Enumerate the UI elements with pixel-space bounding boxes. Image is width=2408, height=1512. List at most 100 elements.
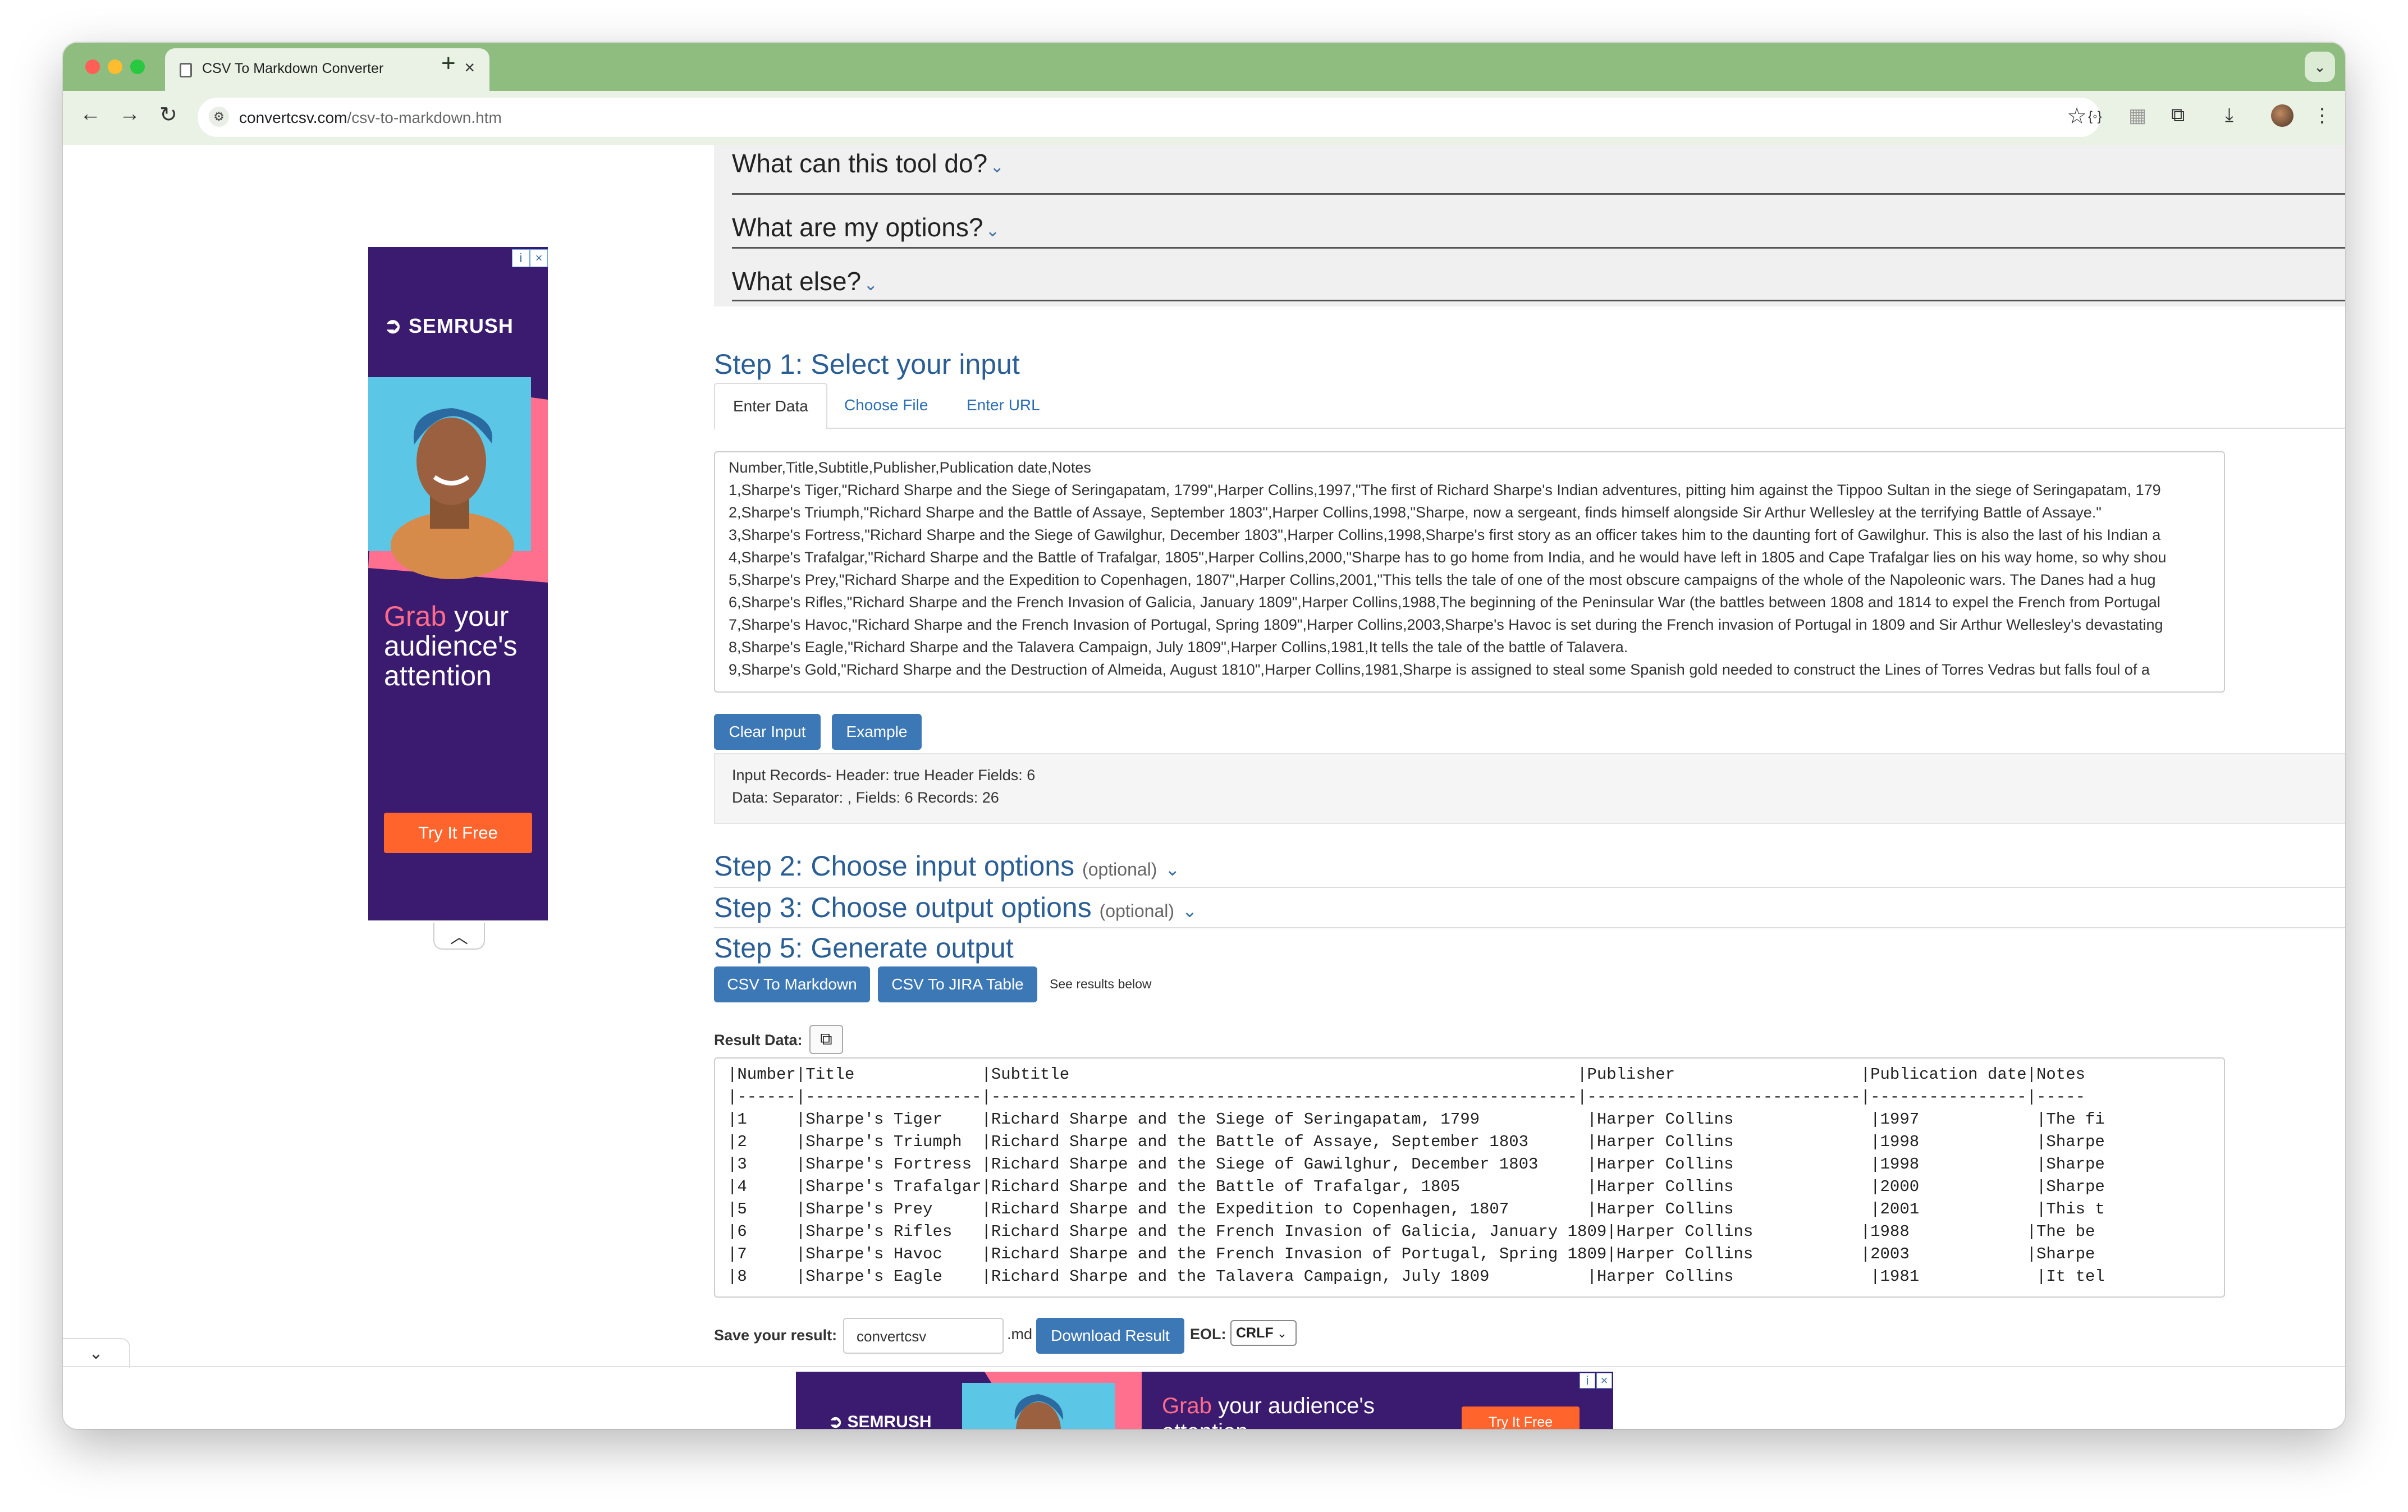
input-line: 3,Sharpe's Fortress,"Richard Sharpe and … xyxy=(729,526,2161,543)
page-favicon-icon xyxy=(180,63,192,77)
left-ad-banner[interactable]: i × ➲ SEMRUSH Grab your audience's atten… xyxy=(368,247,548,920)
tab-choose-file[interactable]: Choose File xyxy=(826,383,946,428)
ad-try-free-button[interactable]: Try It Free xyxy=(1462,1406,1580,1429)
tab-title: CSV To Markdown Converter xyxy=(202,61,384,76)
example-button[interactable]: Example xyxy=(832,714,922,750)
result-output-textarea[interactable]: |Number|Title |Subtitle |Publisher |Publ… xyxy=(714,1057,2225,1298)
step5-heading: Step 5: Generate output xyxy=(714,932,1014,964)
result-line: |3 |Sharpe's Fortress |Richard Sharpe an… xyxy=(727,1155,2105,1174)
step3-heading[interactable]: Step 3: Choose output options (optional)… xyxy=(714,891,1197,924)
csv-to-jira-button[interactable]: CSV To JIRA Table xyxy=(878,966,1037,1002)
faq-item-options[interactable]: What are my options? ⌄ xyxy=(732,201,2345,249)
close-window-button[interactable] xyxy=(85,59,100,74)
extensions-puzzle-icon[interactable]: ⧉ xyxy=(2171,104,2185,126)
step2-heading[interactable]: Step 2: Choose input options (optional) … xyxy=(714,850,1180,882)
result-line: |Number|Title |Subtitle |Publisher |Publ… xyxy=(727,1065,2085,1084)
chevron-down-icon: ⌄ xyxy=(863,276,878,294)
divider xyxy=(714,887,2345,888)
input-line: 2,Sharpe's Triumph,"Richard Sharpe and t… xyxy=(729,504,2102,521)
close-tab-icon[interactable]: × xyxy=(464,57,475,78)
result-data-label: Result Data: xyxy=(714,1032,803,1048)
chevron-down-icon: ⌄ xyxy=(990,158,1004,176)
file-extension: .md xyxy=(1007,1326,1033,1343)
input-stats-line1: Input Records- Header: true Header Field… xyxy=(732,767,1036,784)
minimize-window-button[interactable] xyxy=(108,59,122,74)
input-line: 5,Sharpe's Prey,"Richard Sharpe and the … xyxy=(729,571,2156,588)
browser-toolbar: ← → ↻ ⚙ convertcsv.com/csv-to-markdown.h… xyxy=(63,91,2345,145)
collapse-ad-chevron-up-icon[interactable]: ︿ xyxy=(433,923,485,950)
forward-icon[interactable]: → xyxy=(119,102,140,126)
input-stats-line2: Data: Separator: , Fields: 6 Records: 26 xyxy=(732,789,999,806)
csv-input-textarea[interactable]: Number,Title,Subtitle,Publisher,Publicat… xyxy=(714,451,2225,693)
result-line: |4 |Sharpe's Trafalgar|Richard Sharpe an… xyxy=(727,1177,2105,1196)
profile-avatar[interactable] xyxy=(2271,104,2293,127)
faq-item-what-can[interactable]: What can this tool do? ⌄ xyxy=(732,148,2345,195)
result-line: |8 |Sharpe's Eagle |Richard Sharpe and t… xyxy=(727,1267,2105,1286)
download-icon[interactable]: ⤓ xyxy=(2225,104,2233,126)
url-text: convertcsv.com/csv-to-markdown.htm xyxy=(239,109,502,126)
tab-search-icon[interactable]: ⌄ xyxy=(2305,52,2335,82)
browser-window: CSV To Markdown Converter × + ⌄ ← → ↻ ⚙ … xyxy=(63,43,2345,1429)
collapse-bottom-ad-chevron-down-icon[interactable]: ⌄ xyxy=(63,1338,130,1368)
result-line: |1 |Sharpe's Tiger |Richard Sharpe and t… xyxy=(727,1110,2105,1129)
ad-try-free-button[interactable]: Try It Free xyxy=(384,813,532,853)
clear-input-button[interactable]: Clear Input xyxy=(714,714,821,750)
result-line: |7 |Sharpe's Havoc |Richard Sharpe and t… xyxy=(727,1245,2095,1263)
input-line: 1,Sharpe's Tiger,"Richard Sharpe and the… xyxy=(729,482,2161,498)
tab-enter-url[interactable]: Enter URL xyxy=(949,383,1058,428)
input-stats-panel: Input Records- Header: true Header Field… xyxy=(714,753,2345,824)
eol-label: EOL: xyxy=(1190,1326,1226,1343)
browser-menu-icon[interactable]: ⋮ xyxy=(2313,104,2332,127)
site-info-icon[interactable]: ⚙ xyxy=(209,107,229,127)
tab-bar: CSV To Markdown Converter × + ⌄ xyxy=(63,43,2345,91)
ad-headline: Grab your audience's attention xyxy=(1162,1394,1375,1429)
result-line: |------|------------------|-------------… xyxy=(727,1088,2085,1106)
maximize-window-button[interactable] xyxy=(130,59,145,74)
divider xyxy=(63,1366,2345,1367)
filename-input[interactable]: convertcsv xyxy=(843,1318,1004,1354)
chevron-down-icon: ⌄ xyxy=(1165,859,1180,879)
copy-icon[interactable]: ⧉ xyxy=(809,1025,843,1054)
ad-info-icon[interactable]: i xyxy=(1580,1373,1595,1389)
ad-brand-logo: ➲ SEMRUSH xyxy=(828,1413,932,1429)
input-line: 8,Sharpe's Eagle,"Richard Sharpe and the… xyxy=(729,639,1628,656)
chevron-down-icon: ⌄ xyxy=(985,222,1000,240)
chevron-down-icon: ⌄ xyxy=(1273,1326,1288,1340)
bookmark-star-icon[interactable]: ☆ xyxy=(2067,103,2087,129)
result-line: |2 |Sharpe's Triumph |Richard Sharpe and… xyxy=(727,1133,2105,1151)
page-content: i × ➲ SEMRUSH Grab your audience's atten… xyxy=(63,145,2345,1429)
input-line: 6,Sharpe's Rifles,"Richard Sharpe and th… xyxy=(729,594,2160,611)
see-results-note: See results below xyxy=(1050,977,1152,991)
reload-icon[interactable]: ↻ xyxy=(159,102,177,127)
csv-to-markdown-button[interactable]: CSV To Markdown xyxy=(714,966,870,1002)
input-line: 4,Sharpe's Trafalgar,"Richard Sharpe and… xyxy=(729,549,2167,566)
address-bar[interactable]: ⚙ convertcsv.com/csv-to-markdown.htm ☆ xyxy=(198,98,2100,137)
ad-close-icon[interactable]: × xyxy=(530,249,548,267)
ad-info-icon[interactable]: i xyxy=(512,249,530,267)
save-result-label: Save your result: xyxy=(714,1327,837,1344)
ad-photo xyxy=(962,1372,1142,1429)
bottom-ad-banner[interactable]: i × ➲ SEMRUSH Grab your audience's atten… xyxy=(796,1372,1613,1429)
extension-icon[interactable]: {◦} xyxy=(2088,109,2102,125)
download-result-button[interactable]: Download Result xyxy=(1036,1318,1184,1354)
faq-item-what-else[interactable]: What else? ⌄ xyxy=(732,255,2345,301)
result-line: |6 |Sharpe's Rifles |Richard Sharpe and … xyxy=(727,1222,2095,1241)
chevron-down-icon: ⌄ xyxy=(1182,901,1197,921)
rss-icon[interactable]: ▦ xyxy=(2128,104,2146,127)
tab-enter-data[interactable]: Enter Data xyxy=(714,383,827,430)
ad-brand-logo: ➲ SEMRUSH xyxy=(384,314,514,338)
ad-close-icon[interactable]: × xyxy=(1596,1373,1612,1389)
faq-accordion: What can this tool do? ⌄ What are my opt… xyxy=(714,145,2345,306)
ad-photo xyxy=(368,377,548,583)
input-line: 9,Sharpe's Gold,"Richard Sharpe and the … xyxy=(729,661,2150,678)
new-tab-icon[interactable]: + xyxy=(441,49,456,77)
input-line: 7,Sharpe's Havoc,"Richard Sharpe and the… xyxy=(729,616,2163,633)
step1-heading: Step 1: Select your input xyxy=(714,349,1020,380)
input-tabs: Enter Data Choose File Enter URL xyxy=(714,383,2345,430)
divider xyxy=(714,927,2345,928)
ad-headline: Grab your audience's attention xyxy=(384,601,518,691)
eol-select[interactable]: CRLF ⌄ xyxy=(1230,1320,1297,1346)
input-line: Number,Title,Subtitle,Publisher,Publicat… xyxy=(729,459,1091,476)
result-line: |5 |Sharpe's Prey |Richard Sharpe and th… xyxy=(727,1200,2105,1218)
back-icon[interactable]: ← xyxy=(80,102,101,126)
